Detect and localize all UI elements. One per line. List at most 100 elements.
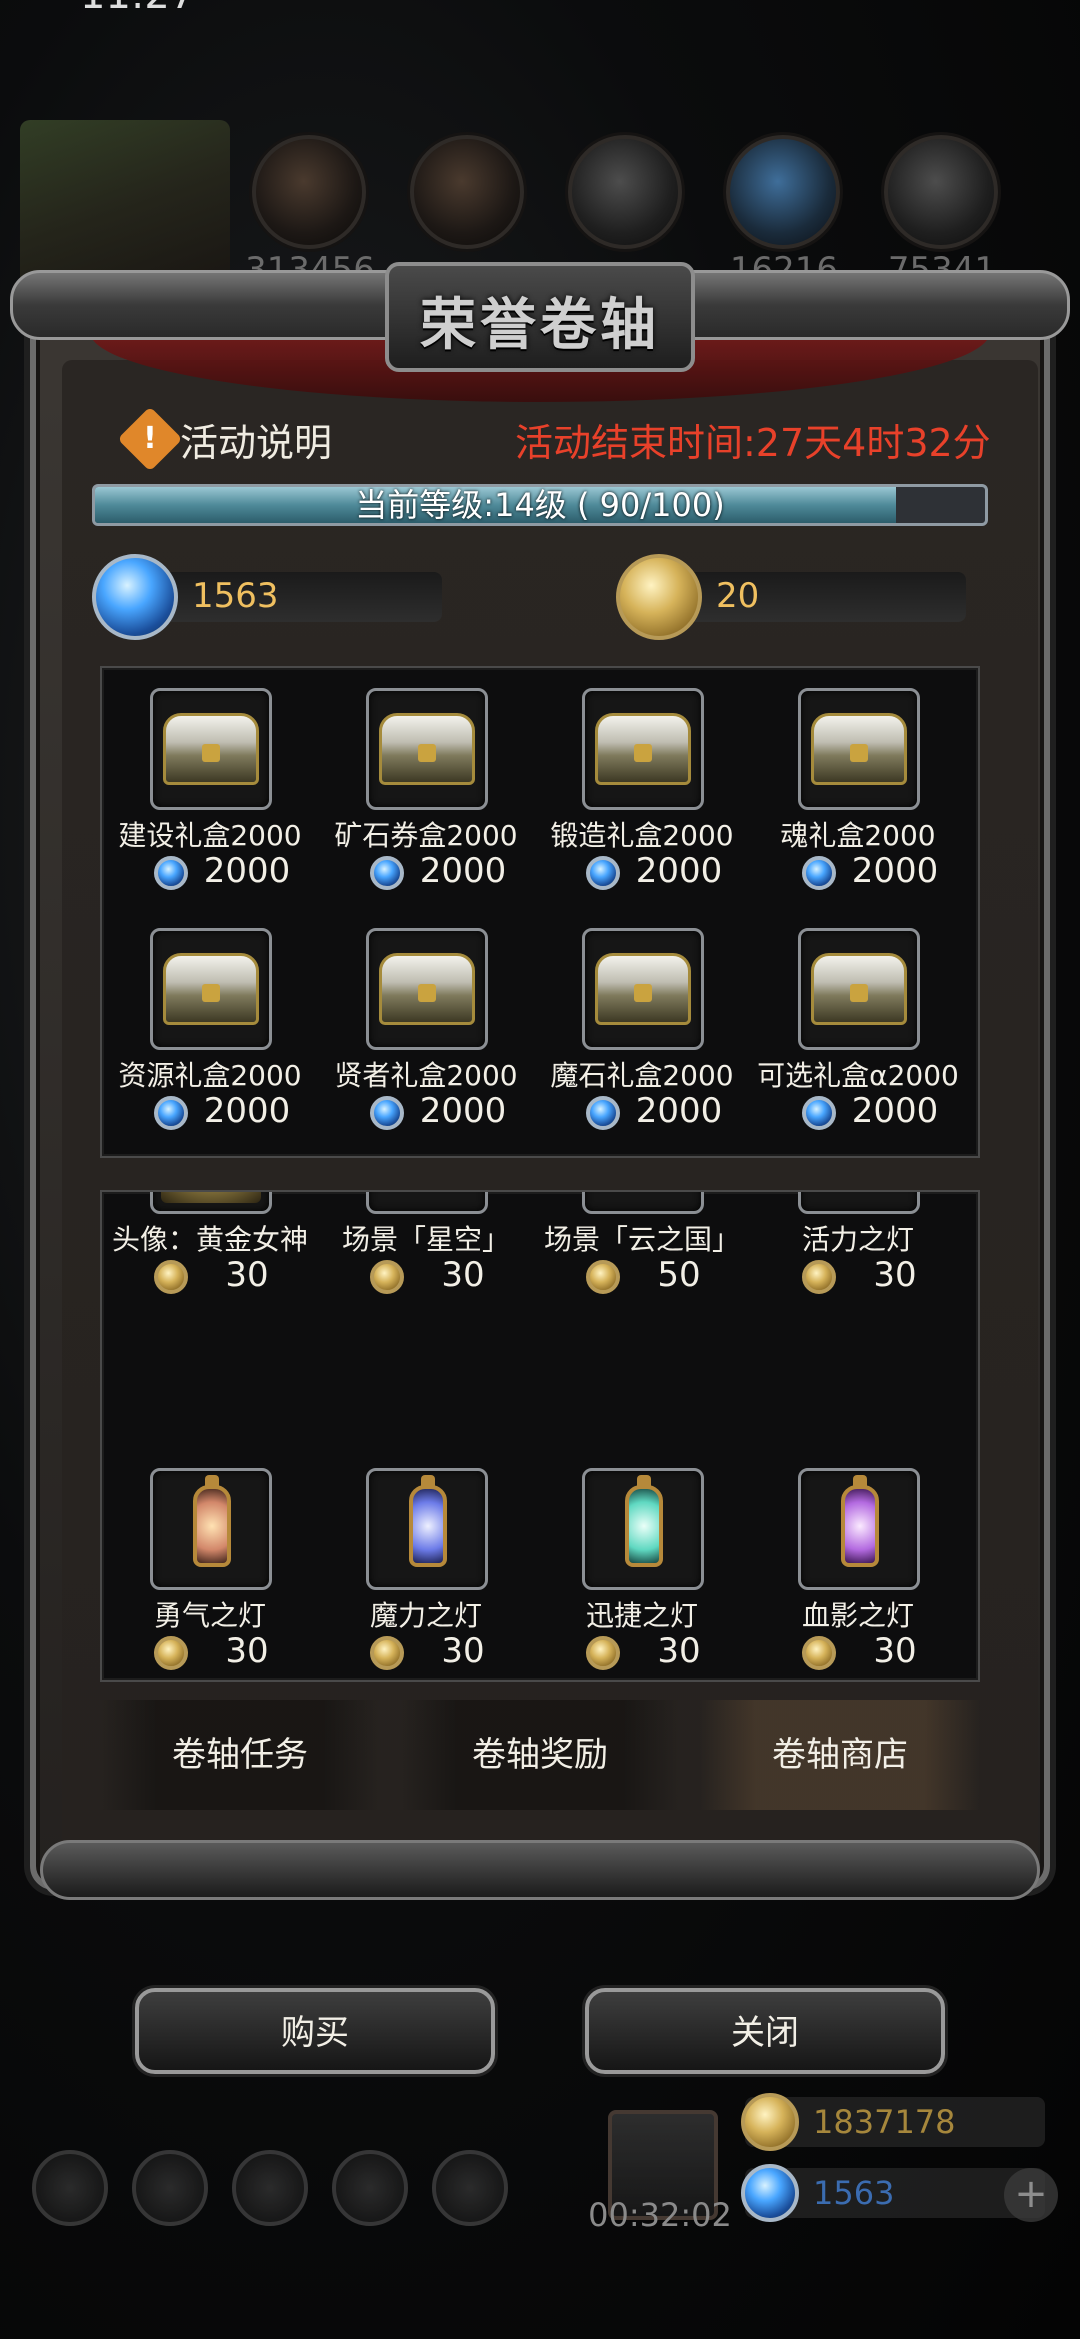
gem-icon	[802, 1096, 836, 1130]
item-price: 2000	[635, 851, 723, 891]
shop-item[interactable]: 勇气之灯 30	[102, 1448, 318, 1678]
gift-timer: 00:32:02	[588, 2196, 732, 2234]
honor-coin-icon	[154, 1260, 188, 1294]
shop-item[interactable]: 魔力之灯 30	[318, 1448, 534, 1678]
activity-description-link[interactable]: 活动说明	[180, 412, 332, 467]
level-label: 当前等级:14级 ( 90/100)	[355, 486, 725, 524]
item-name: 活力之灯	[801, 1223, 914, 1256]
gem-icon	[741, 2164, 799, 2222]
shop-item[interactable]: 魂礼盒2000 2000	[750, 668, 966, 898]
item-slot	[798, 1190, 920, 1214]
shop-item[interactable]: 活力之灯 30	[750, 1190, 966, 1302]
item-price: 30	[441, 1255, 485, 1295]
gem-balance-value: 1563	[192, 576, 279, 616]
shop-item[interactable]: 魔石礼盒2000 2000	[534, 908, 750, 1138]
plank-icon	[410, 135, 524, 249]
coin-shop-grid[interactable]: 头像：黄金女神 30 场景「星空」 30 场景「云之国」 50 活力之灯 30 …	[100, 1190, 980, 1682]
level-progress-bar: 当前等级:14级 ( 90/100)	[92, 484, 988, 526]
shop-item[interactable]: 场景「云之国」 50	[534, 1192, 750, 1302]
item-price: 2000	[851, 1091, 939, 1131]
honor-coin-icon	[586, 1636, 620, 1670]
item-price: 50	[657, 1255, 701, 1295]
swift-lamp-icon	[625, 1475, 663, 1567]
gem-icon	[154, 856, 188, 890]
shop-item[interactable]: 血影之灯 30	[750, 1448, 966, 1678]
item-name: 矿石券盒2000	[334, 819, 518, 852]
mail-icon[interactable]	[332, 2150, 408, 2226]
hud-gems-value: 1563	[813, 2174, 895, 2212]
shop-item[interactable]: 资源礼盒2000 2000	[102, 908, 318, 1138]
iron-icon	[568, 135, 682, 249]
shop-item[interactable]: 迅捷之灯 30	[534, 1448, 750, 1678]
buy-button[interactable]: 购买	[135, 1988, 495, 2074]
item-slot	[150, 1468, 272, 1590]
item-slot	[798, 1468, 920, 1590]
chest-icon	[595, 953, 691, 1025]
close-button[interactable]: 关闭	[585, 1988, 945, 2074]
item-price: 30	[873, 1255, 917, 1295]
item-name: 场景「星空」	[341, 1223, 510, 1256]
item-name: 资源礼盒2000	[118, 1059, 302, 1092]
gem-icon	[586, 856, 620, 890]
crystal-icon	[726, 135, 840, 249]
gem-shop-grid: 建设礼盒2000 2000 矿石券盒2000 2000 锻造礼盒2000 200…	[100, 666, 980, 1158]
status-time: 11:27	[80, 0, 195, 18]
scroll-tabs: 卷轴任务 卷轴奖励 卷轴商店	[100, 1700, 980, 1810]
guild-icon[interactable]	[232, 2150, 308, 2226]
item-slot	[582, 688, 704, 810]
chest-icon	[163, 953, 259, 1025]
honor-coin-icon	[586, 1260, 620, 1294]
shop-item[interactable]: 矿石券盒2000 2000	[318, 668, 534, 898]
panel-title: 荣誉卷轴	[420, 292, 660, 358]
achievement-icon[interactable]	[132, 2150, 208, 2226]
golden-goddess-avatar-icon	[161, 1192, 261, 1203]
item-name: 血影之灯	[801, 1599, 914, 1632]
shop-item[interactable]: 可选礼盒α2000 2000	[750, 908, 966, 1138]
item-slot	[366, 688, 488, 810]
gem-icon	[370, 1096, 404, 1130]
honor-coin-icon	[370, 1260, 404, 1294]
tab-scroll-tasks[interactable]: 卷轴任务	[100, 1700, 380, 1810]
item-slot	[366, 928, 488, 1050]
item-price: 30	[225, 1631, 269, 1671]
coin-balance-value: 20	[716, 576, 760, 616]
vitality-lamp-icon	[841, 1190, 879, 1191]
settings-icon[interactable]	[32, 2150, 108, 2226]
gem-icon	[92, 554, 178, 640]
item-name: 迅捷之灯	[585, 1599, 698, 1632]
item-slot	[150, 688, 272, 810]
item-name: 魔石礼盒2000	[550, 1059, 734, 1092]
item-price: 2000	[203, 1091, 291, 1131]
shop-item[interactable]: 贤者礼盒2000 2000	[318, 908, 534, 1138]
item-slot	[582, 1468, 704, 1590]
add-gems-button[interactable]: +	[1004, 2168, 1058, 2222]
tab-scroll-rewards[interactable]: 卷轴奖励	[400, 1700, 680, 1810]
shop-item[interactable]: 场景「星空」 30	[318, 1192, 534, 1302]
honor-coin-icon	[802, 1260, 836, 1294]
item-price: 2000	[635, 1091, 723, 1131]
wood-icon	[252, 135, 366, 249]
item-price: 30	[225, 1255, 269, 1295]
tab-scroll-shop[interactable]: 卷轴商店	[700, 1700, 980, 1810]
item-price: 2000	[419, 1091, 507, 1131]
item-price: 30	[441, 1631, 485, 1671]
resource-stone: 75341	[882, 135, 1000, 290]
info-icon[interactable]: !	[117, 406, 183, 472]
item-slot	[366, 1468, 488, 1590]
item-slot	[366, 1192, 488, 1214]
honor-coin-icon	[370, 1636, 404, 1670]
panel-bottom-ornament	[40, 1840, 1040, 1900]
honor-coin-icon	[802, 1636, 836, 1670]
gem-icon	[370, 856, 404, 890]
item-name: 锻造礼盒2000	[550, 819, 734, 852]
shop-icon[interactable]	[432, 2150, 508, 2226]
shop-item[interactable]: 头像：黄金女神 30	[102, 1192, 318, 1302]
hud-gold: 1837178	[741, 2093, 1045, 2151]
chest-icon	[811, 713, 907, 785]
item-slot	[582, 928, 704, 1050]
shop-item[interactable]: 锻造礼盒2000 2000	[534, 668, 750, 898]
shop-item[interactable]: 建设礼盒2000 2000	[102, 668, 318, 898]
item-slot	[798, 928, 920, 1050]
honor-coin-icon	[616, 554, 702, 640]
item-slot	[150, 1192, 272, 1214]
